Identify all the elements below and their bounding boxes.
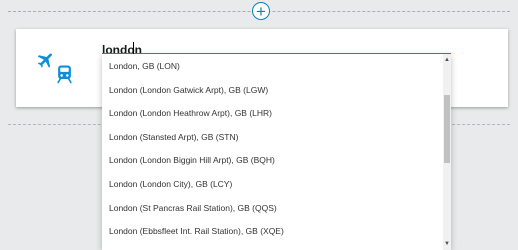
scroll-up-arrow-icon[interactable]: ▲ [443, 56, 451, 64]
suggestion-item[interactable]: London (London Heathrow Arpt), GB (LHR) [102, 102, 439, 126]
suggestion-item[interactable]: London (London Gatwick Arpt), GB (LGW) [102, 79, 439, 103]
add-segment-button[interactable]: + [252, 2, 270, 20]
train-icon [57, 65, 72, 84]
suggestion-item[interactable]: London (Stansted Arpt), GB (STN) [102, 126, 439, 150]
scroll-down-arrow-icon[interactable]: ▼ [443, 240, 451, 248]
suggestion-item[interactable]: London (St Pancras Rail Station), GB (QQ… [102, 197, 439, 221]
suggestion-item[interactable]: London (Ebbsfleet Int. Rail Station), GB… [102, 220, 439, 244]
suggestion-item[interactable]: London (London Biggin Hill Arpt), GB (BQ… [102, 149, 439, 173]
dropdown-scrollbar[interactable]: ▲ ▼ [443, 54, 451, 250]
suggestion-item[interactable]: London (London City), GB (LCY) [102, 173, 439, 197]
suggestion-item[interactable]: London, GB (LON) [102, 55, 439, 79]
airplane-icon [37, 53, 52, 68]
scrollbar-thumb[interactable] [444, 95, 450, 163]
autocomplete-dropdown: London, GB (LON) London (London Gatwick … [102, 54, 451, 250]
